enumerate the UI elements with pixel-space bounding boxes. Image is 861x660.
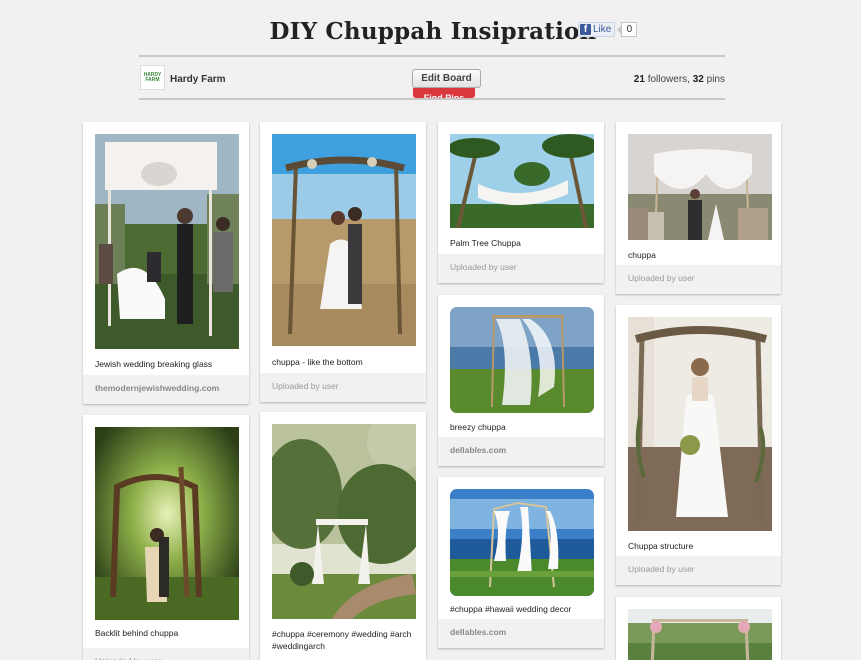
facebook-like-button[interactable]: f Like	[578, 22, 616, 37]
board-info-bar: HARDY FARM Hardy Farm Edit Board Find Pi…	[139, 55, 725, 100]
pin-card[interactable]: #chuppa #hawaii wedding decor dellables.…	[438, 477, 604, 648]
pin-image[interactable]	[95, 134, 239, 349]
pin-description: #chuppa #ceremony #wedding #arch #weddin…	[272, 629, 412, 651]
pin-card[interactable]: #chuppa #ceremony #wedding #arch #weddin…	[260, 412, 426, 660]
pin-source[interactable]: Uploaded by user	[616, 556, 781, 585]
pin-card[interactable]: Jewish wedding breaking glass themodernj…	[83, 122, 249, 404]
like-count: 0	[617, 22, 638, 37]
owner-name-link[interactable]: Hardy Farm	[170, 74, 226, 85]
pin-description: chuppa	[628, 250, 656, 260]
pin-description: Chuppa structure	[628, 541, 694, 551]
pin-description: Palm Tree Chuppa	[450, 238, 521, 248]
pin-image[interactable]	[628, 317, 772, 531]
pin-image[interactable]	[95, 427, 239, 620]
pin-card[interactable]	[616, 597, 781, 660]
pin-image[interactable]	[628, 134, 772, 240]
owner-logo-text: HARDY FARM	[143, 71, 162, 83]
pin-card[interactable]: Palm Tree Chuppa Uploaded by user	[438, 122, 604, 283]
pins-count: 32	[692, 74, 704, 85]
followers-label: followers,	[647, 74, 690, 85]
like-label: Like	[593, 24, 612, 35]
facebook-icon: f	[580, 24, 591, 35]
pin-source[interactable]: dellables.com	[438, 619, 604, 648]
board-title: DIY Chuppah Insipration	[269, 18, 597, 45]
pin-source[interactable]: Uploaded by user	[83, 648, 249, 660]
pin-source[interactable]: Uploaded by user	[260, 373, 426, 402]
pin-source[interactable]: dellables.com	[438, 437, 604, 466]
pin-image[interactable]	[628, 609, 772, 660]
pin-card[interactable]: chuppa Uploaded by user	[616, 122, 781, 294]
edit-board-button[interactable]: Edit Board	[412, 69, 481, 88]
pin-source[interactable]: Uploaded by user	[616, 265, 781, 294]
pin-description: breezy chuppa	[450, 422, 506, 432]
pin-card[interactable]: Chuppa structure Uploaded by user	[616, 305, 781, 585]
pin-description: chuppa - like the bottom	[272, 357, 363, 367]
pin-description: Jewish wedding breaking glass	[95, 359, 213, 369]
pin-source[interactable]: themodernjewishwedding.com	[83, 375, 249, 404]
pin-image[interactable]	[450, 134, 594, 228]
pin-image[interactable]	[272, 134, 416, 346]
followers-count: 21	[633, 74, 645, 85]
pins-label: pins	[706, 74, 725, 85]
pin-source[interactable]: Uploaded by user	[438, 254, 604, 283]
pin-image[interactable]	[450, 307, 594, 413]
pin-image[interactable]	[450, 489, 594, 596]
pin-description: #chuppa #hawaii wedding decor	[450, 604, 572, 614]
pin-card[interactable]: chuppa - like the bottom Uploaded by use…	[260, 122, 426, 402]
facebook-like-widget: f Like 0	[578, 22, 638, 37]
pin-image[interactable]	[272, 424, 416, 619]
board-stats: 21 followers, 32 pins	[634, 74, 725, 85]
pin-card[interactable]: Backlit behind chuppa Uploaded by user	[83, 415, 249, 660]
find-pins-button[interactable]: Find Pins	[413, 88, 475, 98]
owner-avatar[interactable]: HARDY FARM	[140, 65, 165, 90]
pin-card[interactable]: breezy chuppa dellables.com	[438, 295, 604, 466]
pin-description: Backlit behind chuppa	[95, 628, 179, 638]
